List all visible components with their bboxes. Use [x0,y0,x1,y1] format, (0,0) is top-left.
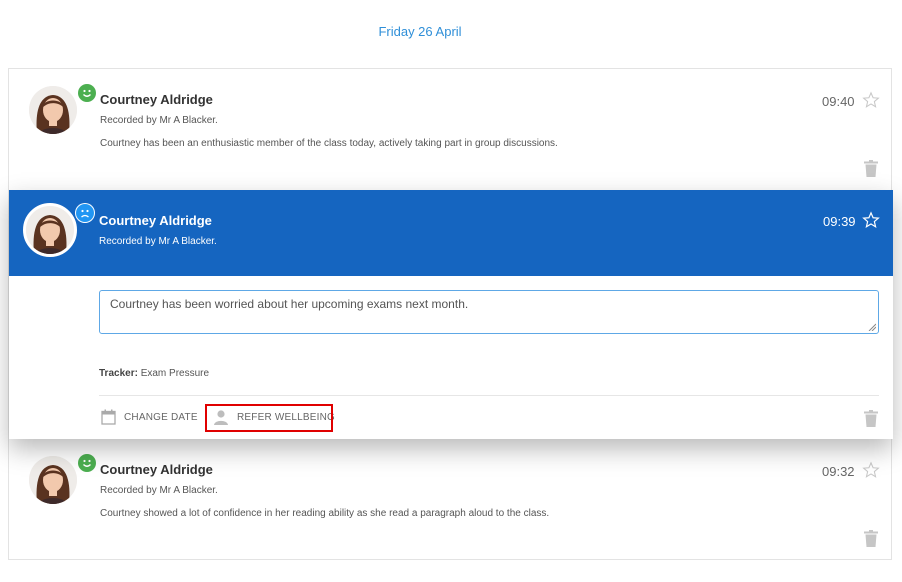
student-avatar [29,86,77,134]
divider [99,395,879,396]
entry-card[interactable]: Courtney Aldridge Recorded by Mr A Black… [9,69,893,190]
student-name[interactable]: Courtney Aldridge [100,92,213,107]
recorded-by-text: Recorded by Mr A Blacker. [100,115,218,126]
change-date-label: CHANGE DATE [124,411,198,423]
avatar-photo-icon [26,206,74,254]
recorded-by-text: Recorded by Mr A Blacker. [100,485,218,496]
happy-mood-icon [78,84,96,102]
trash-icon[interactable] [864,530,878,547]
tracker-info: Tracker: Exam Pressure [99,368,209,379]
change-date-button[interactable]: CHANGE DATE [101,409,198,425]
star-icon[interactable] [862,211,880,229]
trash-icon[interactable] [864,410,878,427]
trash-icon[interactable] [864,160,878,177]
entry-comment: Courtney showed a lot of confidence in h… [100,508,550,519]
happy-mood-icon [78,454,96,472]
entry-card-selected[interactable]: Courtney Aldridge Recorded by Mr A Black… [9,190,893,439]
entry-time: 09:39 [823,214,856,229]
date-header: Friday 26 April [378,24,462,39]
entry-comment: Courtney has been an enthusiastic member… [100,138,558,149]
star-icon[interactable] [862,461,880,479]
resize-grip-icon[interactable] [868,323,876,331]
tracker-label: Tracker: [99,368,138,379]
recorded-by-text: Recorded by Mr A Blacker. [99,236,217,247]
note-text: Courtney has been worried about her upco… [110,297,469,311]
avatar-photo-icon [29,86,77,134]
entry-time: 09:32 [822,464,855,479]
student-avatar [29,456,77,504]
calendar-icon [101,409,116,425]
behaviour-entries-list: Courtney Aldridge Recorded by Mr A Black… [8,68,893,560]
student-avatar [23,203,77,257]
entry-card[interactable]: Courtney Aldridge Recorded by Mr A Black… [9,439,893,559]
avatar-photo-icon [29,456,77,504]
tracker-value: Exam Pressure [140,368,210,379]
sad-mood-icon [76,204,94,222]
refer-wellbeing-highlight [205,404,333,432]
note-textarea[interactable]: Courtney has been worried about her upco… [99,290,879,334]
entry-header-bar[interactable]: Courtney Aldridge Recorded by Mr A Black… [9,190,893,276]
student-name[interactable]: Courtney Aldridge [100,462,213,477]
star-icon[interactable] [862,91,880,109]
student-name[interactable]: Courtney Aldridge [99,213,212,228]
entry-time: 09:40 [822,94,855,109]
